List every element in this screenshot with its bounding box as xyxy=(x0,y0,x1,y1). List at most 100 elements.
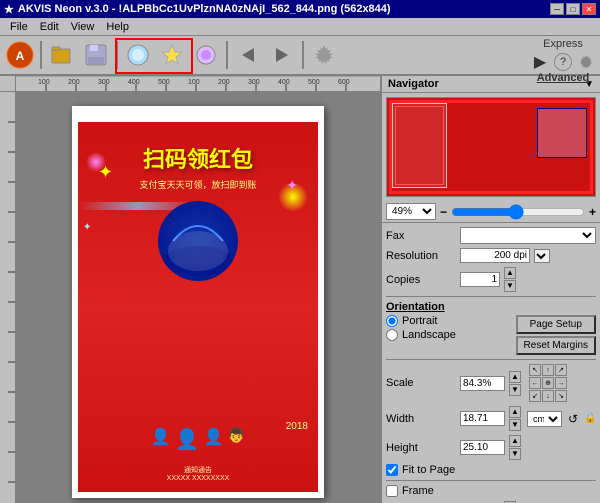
menu-file[interactable]: File xyxy=(4,19,34,35)
main-area: 100 200 300 400 500 100 200 300 400 500 … xyxy=(0,76,600,503)
width-input[interactable] xyxy=(460,411,505,426)
portrait-radio[interactable] xyxy=(386,315,398,327)
nav-page-preview xyxy=(392,103,447,188)
height-input[interactable] xyxy=(460,440,505,455)
nav-preview-image xyxy=(387,98,595,196)
fax-label: Fax xyxy=(386,230,456,242)
align-center[interactable]: ⊕ xyxy=(542,377,554,389)
portrait-row: Portrait xyxy=(386,315,456,327)
width-unit-select[interactable]: cm xyxy=(527,411,562,427)
orientation-label: Orientation xyxy=(386,301,445,313)
scale-arrows: ▲ ▼ xyxy=(509,371,521,396)
align-topright[interactable]: ↗ xyxy=(555,364,567,376)
ruler-row: 100 200 300 400 500 100 200 300 400 500 … xyxy=(0,76,380,92)
firework-star-1: ✦ xyxy=(98,162,113,183)
window-title: AKVIS Neon v.3.0 - !ALPBbCc1UvPlznNA0zNA… xyxy=(18,3,391,15)
fit-to-page-label: Fit to Page xyxy=(402,464,455,476)
align-botleft[interactable]: ↙ xyxy=(529,390,541,402)
poster-people: 👤 👤 👤 👦 xyxy=(151,427,245,452)
poster-content: 扫码领红包 支付宝天天可领，放扫即到账 xyxy=(78,122,318,492)
frame-label: Frame xyxy=(402,485,434,497)
menu-bar: File Edit View Help xyxy=(0,18,600,36)
fax-row: Fax xyxy=(386,227,596,244)
frame-checkbox[interactable] xyxy=(386,485,398,497)
scale-up-btn[interactable]: ▲ xyxy=(509,371,521,383)
height-down-btn[interactable]: ▼ xyxy=(509,448,521,460)
close-button[interactable]: ✕ xyxy=(582,3,596,15)
divider-2 xyxy=(386,359,596,360)
copies-up-btn[interactable]: ▲ xyxy=(504,267,516,279)
toolbar-icon-effect2[interactable] xyxy=(156,39,188,71)
orientation-section: Orientation Portrait Landscape Page xyxy=(386,301,596,355)
height-up-btn[interactable]: ▲ xyxy=(509,435,521,447)
align-topleft[interactable]: ↖ xyxy=(529,364,541,376)
copies-down-btn[interactable]: ▼ xyxy=(504,280,516,292)
toolbar-icon-logo: A xyxy=(4,39,36,71)
zoom-select[interactable]: 49% xyxy=(386,203,436,220)
align-right[interactable]: → xyxy=(555,377,567,389)
toolbar-sep-3 xyxy=(226,41,228,69)
express-label: Express xyxy=(543,38,583,50)
resolution-row: Resolution 200 dpi ▼ xyxy=(386,248,596,263)
landscape-radio[interactable] xyxy=(386,329,398,341)
width-up-btn[interactable]: ▲ xyxy=(509,406,521,418)
orientation-buttons: Page Setup Reset Margins xyxy=(516,315,596,355)
nav-viewport[interactable] xyxy=(537,108,587,158)
fit-to-page-row: Fit to Page xyxy=(386,464,596,476)
zoom-minus-icon[interactable]: − xyxy=(440,205,447,219)
align-left[interactable]: ← xyxy=(529,377,541,389)
play-button[interactable]: ▶ xyxy=(530,52,550,72)
firework-star-2: ✦ xyxy=(286,177,298,194)
toolbar-open[interactable] xyxy=(46,39,78,71)
toolbar-back[interactable] xyxy=(232,39,264,71)
menu-edit[interactable]: Edit xyxy=(34,19,65,35)
align-botright[interactable]: ↘ xyxy=(555,390,567,402)
align-arrows: ↖ ↑ ↗ ← ⊕ → ↙ ↓ ↘ xyxy=(529,364,567,402)
svg-text:200: 200 xyxy=(218,79,230,86)
width-down-btn[interactable]: ▼ xyxy=(509,419,521,431)
toolbar-save[interactable] xyxy=(80,39,112,71)
fit-to-page-checkbox[interactable] xyxy=(386,464,398,476)
minimize-button[interactable]: ─ xyxy=(550,3,564,15)
toolbar-sep-4 xyxy=(302,41,304,69)
menu-help[interactable]: Help xyxy=(100,19,135,35)
height-arrows: ▲ ▼ xyxy=(509,435,521,460)
width-refresh-icon[interactable]: ↺ xyxy=(568,412,578,426)
toolbar-settings[interactable] xyxy=(308,39,340,71)
zoom-plus-icon[interactable]: + xyxy=(589,205,596,219)
settings-icon[interactable] xyxy=(576,52,596,72)
orientation-group: Portrait Landscape xyxy=(386,315,456,341)
svg-text:400: 400 xyxy=(278,79,290,86)
horizontal-ruler: 100 200 300 400 500 100 200 300 400 500 … xyxy=(16,76,380,92)
toolbar-forward[interactable] xyxy=(266,39,298,71)
scale-label: Scale xyxy=(386,377,456,389)
info-icon[interactable]: ? xyxy=(554,53,572,71)
width-arrows: ▲ ▼ xyxy=(509,406,521,431)
lock-icon[interactable]: 🔒 xyxy=(584,413,596,424)
scale-down-btn[interactable]: ▼ xyxy=(509,384,521,396)
frame-row: Frame xyxy=(386,485,596,497)
canvas-scroll-area[interactable]: 扫码领红包 支付宝天天可领，放扫即到账 xyxy=(16,92,380,503)
advanced-label[interactable]: Advanced xyxy=(537,72,590,84)
reset-margins-button[interactable]: Reset Margins xyxy=(516,336,596,355)
resolution-input[interactable]: 200 dpi xyxy=(460,248,530,263)
toolbar-icon-effect3[interactable] xyxy=(190,39,222,71)
toolbar-icon-effect1[interactable] xyxy=(122,39,154,71)
navigator-preview xyxy=(386,97,596,197)
page-setup-button[interactable]: Page Setup xyxy=(516,315,596,334)
scale-input[interactable] xyxy=(460,376,505,391)
settings-panel: Fax Resolution 200 dpi ▼ Copies ▲ ▼ xyxy=(382,223,600,503)
maximize-button[interactable]: □ xyxy=(566,3,580,15)
poster-main-text: 扫码领红包 xyxy=(78,122,318,174)
align-top[interactable]: ↑ xyxy=(542,364,554,376)
menu-view[interactable]: View xyxy=(65,19,101,35)
fax-select[interactable] xyxy=(460,227,596,244)
landscape-label: Landscape xyxy=(402,329,456,341)
zoom-slider[interactable] xyxy=(451,207,585,217)
copies-input[interactable] xyxy=(460,272,500,287)
align-bot[interactable]: ↓ xyxy=(542,390,554,402)
resolution-unit-select[interactable]: ▼ xyxy=(534,249,550,263)
navigator-title: Navigator xyxy=(388,78,439,90)
firework-star-3: ✦ xyxy=(83,222,91,233)
canvas-wrapper: 100 200 300 400 500 100 200 300 400 500 … xyxy=(0,76,380,503)
